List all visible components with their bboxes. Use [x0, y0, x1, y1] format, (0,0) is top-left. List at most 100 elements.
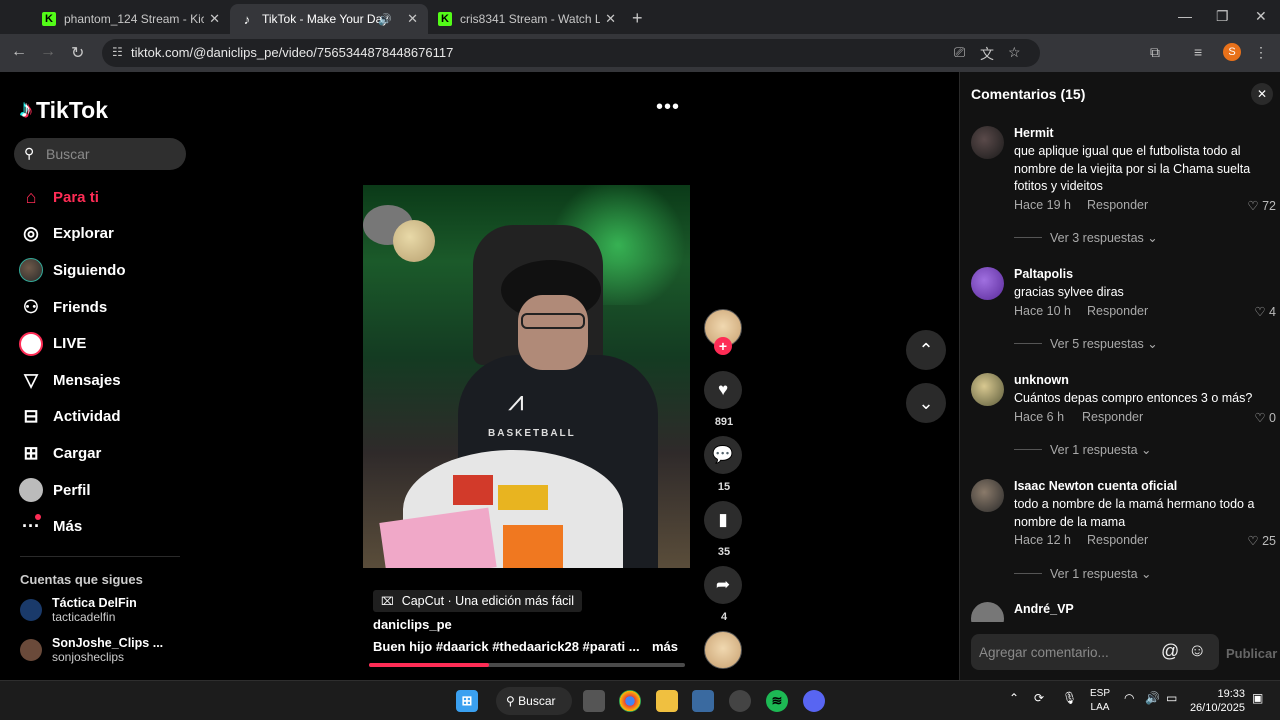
comment-input[interactable]: [979, 642, 1159, 662]
comment-like[interactable]: ♡ 0: [1254, 410, 1276, 425]
avatar[interactable]: [971, 373, 1004, 406]
following-item[interactable]: Táctica DelFin tacticadelfin: [20, 596, 137, 624]
close-window-icon[interactable]: ✕: [1255, 8, 1267, 25]
comment-like[interactable]: ♡ 72: [1247, 198, 1276, 213]
extensions-icon[interactable]: ⧉: [1150, 44, 1160, 61]
follow-plus-icon[interactable]: +: [714, 337, 732, 355]
comment-bubble-icon[interactable]: 💬: [704, 436, 742, 474]
view-replies-button[interactable]: Ver 1 respuesta ⌄: [1014, 566, 1152, 581]
battery-icon[interactable]: ▭: [1166, 691, 1177, 705]
share-action[interactable]: ➦ 4: [704, 566, 744, 623]
comment-username[interactable]: unknown: [1014, 373, 1069, 387]
search-box[interactable]: ⚲: [14, 138, 186, 170]
video-progress-bar[interactable]: [369, 663, 685, 667]
mention-at-icon[interactable]: @: [1161, 641, 1179, 662]
comment-username[interactable]: Hermit: [1014, 126, 1054, 140]
sidebar-item-actividad[interactable]: ⊟ Actividad: [18, 399, 188, 436]
comment-username[interactable]: Paltapolis: [1014, 267, 1073, 281]
creator-avatar-button[interactable]: +: [704, 309, 744, 355]
address-bar[interactable]: ☷ tiktok.com/@daniclips_pe/video/7565344…: [102, 39, 1040, 67]
site-info-icon[interactable]: ☷: [112, 45, 123, 59]
back-icon[interactable]: ←: [11, 43, 27, 61]
windows-start-icon[interactable]: ⊞: [456, 690, 478, 712]
tiktok-logo[interactable]: ♪ TikTok: [20, 96, 108, 124]
sound-avatar-button[interactable]: [704, 631, 744, 669]
browser-tab-active[interactable]: ♪ TikTok - Make Your Day 🔊 ✕: [230, 4, 428, 34]
comment-like[interactable]: ♡ 4: [1254, 304, 1276, 319]
sidebar-item-para-ti[interactable]: ⌂ Para ti: [18, 179, 188, 216]
avatar[interactable]: [971, 479, 1004, 512]
sync-icon[interactable]: ⟳: [1034, 691, 1044, 705]
bookmark-icon[interactable]: ▮: [704, 501, 742, 539]
maximize-icon[interactable]: ❐: [1216, 8, 1229, 25]
media-control-icon[interactable]: ≡: [1194, 44, 1202, 60]
more-options-icon[interactable]: •••: [656, 96, 680, 119]
capcut-badge[interactable]: ⌧ CapCut · Una edición más fácil: [373, 590, 582, 612]
video-author[interactable]: daniclips_pe: [373, 617, 452, 632]
language-indicator[interactable]: ESP LAA: [1090, 687, 1110, 715]
reload-icon[interactable]: ↻: [71, 43, 84, 63]
view-replies-button[interactable]: Ver 5 respuestas ⌄: [1014, 336, 1158, 351]
sidebar-item-explorar[interactable]: ◎ Explorar: [18, 216, 188, 253]
comment-like[interactable]: ♡ 25: [1247, 533, 1276, 548]
task-view-icon[interactable]: [583, 690, 605, 712]
sidebar-item-siguiendo[interactable]: Siguiendo: [18, 252, 188, 289]
sidebar-item-live[interactable]: LIVE: [18, 325, 188, 362]
reply-button[interactable]: Responder: [1082, 410, 1143, 424]
like-action[interactable]: ♥ 891: [704, 371, 744, 428]
minimize-icon[interactable]: —: [1178, 8, 1192, 24]
search-icon[interactable]: ⚲: [24, 145, 34, 162]
url-text[interactable]: tiktok.com/@daniclips_pe/video/756534487…: [131, 45, 453, 60]
avatar[interactable]: [971, 602, 1004, 622]
share-arrow-icon[interactable]: ➦: [704, 566, 742, 604]
chrome-icon[interactable]: [619, 690, 641, 712]
wifi-icon[interactable]: ◠: [1124, 691, 1134, 705]
comment-username[interactable]: Isaac Newton cuenta oficial: [1014, 479, 1177, 493]
discord-icon[interactable]: [803, 690, 825, 712]
avatar[interactable]: [971, 267, 1004, 300]
comment-username[interactable]: André_VP: [1014, 602, 1074, 616]
comment-action[interactable]: 💬 15: [704, 436, 744, 493]
publish-button[interactable]: Publicar: [1226, 646, 1277, 661]
forward-icon[interactable]: →: [40, 43, 56, 61]
heart-icon[interactable]: ♥: [704, 371, 742, 409]
new-tab-icon[interactable]: +: [632, 8, 643, 29]
search-input[interactable]: [46, 143, 176, 165]
close-tab-icon[interactable]: ✕: [605, 11, 616, 27]
following-item[interactable]: SonJoshe_Clips ... sonjosheclips: [20, 636, 163, 664]
reply-button[interactable]: Responder: [1087, 533, 1148, 547]
microphone-icon[interactable]: 🎙: [1062, 691, 1077, 705]
previous-video-button[interactable]: ⌃: [906, 330, 946, 370]
install-app-icon[interactable]: ⎚: [954, 44, 965, 61]
reply-button[interactable]: Responder: [1087, 198, 1148, 212]
reply-button[interactable]: Responder: [1087, 304, 1148, 318]
bookmark-star-icon[interactable]: ☆: [1008, 44, 1021, 61]
close-tab-icon[interactable]: ✕: [209, 11, 220, 27]
clock[interactable]: 19:33 26/10/2025: [1190, 687, 1245, 715]
video-player[interactable]: ⩘ BASKETBALL: [363, 185, 690, 568]
sidebar-item-friends[interactable]: ⚇ Friends: [18, 289, 188, 326]
next-video-button[interactable]: ⌄: [906, 383, 946, 423]
notification-icon[interactable]: ▣: [1252, 691, 1263, 705]
app-icon[interactable]: [729, 690, 751, 712]
emoji-icon[interactable]: ☺: [1188, 640, 1206, 661]
view-replies-button[interactable]: Ver 3 respuestas ⌄: [1014, 230, 1158, 245]
save-action[interactable]: ▮ 35: [704, 501, 744, 558]
volume-icon[interactable]: 🔊: [1145, 691, 1160, 705]
close-icon[interactable]: ✕: [1251, 83, 1273, 105]
browser-tab[interactable]: K phantom_124 Stream - Kick Da ✕: [32, 4, 230, 34]
comment-input-box[interactable]: @ ☺: [971, 634, 1219, 670]
speaker-icon[interactable]: 🔊: [378, 13, 392, 26]
sidebar-item-cargar[interactable]: ⊞ Cargar: [18, 435, 188, 472]
sidebar-item-mas[interactable]: ··· Más: [18, 508, 188, 545]
microsoft-store-icon[interactable]: [692, 690, 714, 712]
tray-chevron-up-icon[interactable]: ⌃: [1009, 691, 1019, 705]
translate-icon[interactable]: 文: [980, 44, 994, 64]
spotify-icon[interactable]: ≋: [766, 690, 788, 712]
browser-tab[interactable]: K cris8341 Stream - Watch Live o ✕: [428, 4, 626, 34]
close-tab-icon[interactable]: ✕: [407, 11, 418, 27]
avatar[interactable]: [971, 126, 1004, 159]
profile-avatar[interactable]: S: [1223, 43, 1241, 61]
view-replies-button[interactable]: Ver 1 respuesta ⌄: [1014, 442, 1152, 457]
menu-dots-icon[interactable]: ⋮: [1254, 44, 1268, 61]
